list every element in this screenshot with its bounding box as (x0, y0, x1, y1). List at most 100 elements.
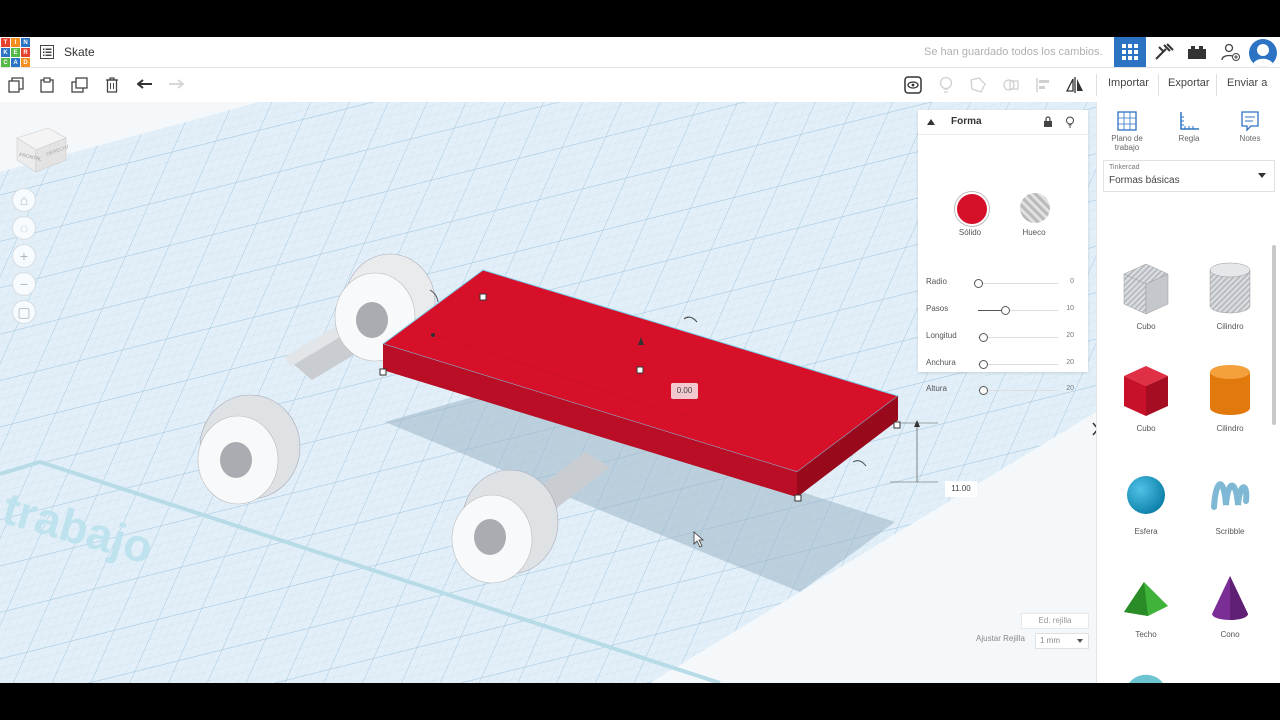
half-cylinder-icon (1129, 674, 1163, 683)
export-button[interactable]: Exportar (1168, 77, 1210, 89)
shape-label: Esfera (1134, 527, 1158, 536)
plus-icon: + (19, 248, 29, 264)
param-slider-knob[interactable] (979, 386, 988, 395)
delete-button[interactable] (101, 74, 123, 96)
shape-roof[interactable]: Techo (1111, 570, 1181, 639)
project-name[interactable]: Skate (64, 45, 95, 59)
fit-view-button[interactable]: ◌ (12, 216, 36, 240)
eye-icon (904, 76, 922, 94)
shape-cube-hole[interactable]: Cubo (1111, 260, 1181, 331)
home-view-button[interactable]: ⌂ (12, 188, 36, 212)
rotation-value-label[interactable]: 0.00 (671, 383, 698, 399)
user-avatar[interactable] (1249, 39, 1277, 67)
logo-tile: R (21, 48, 30, 57)
sidebar-scrollbar[interactable] (1272, 245, 1276, 425)
fit-icon: ◌ (19, 220, 29, 236)
send-to-button[interactable]: Enviar a (1227, 77, 1267, 89)
logo-tile: C (1, 58, 10, 67)
lightbulb-icon[interactable] (1065, 116, 1075, 128)
logo-tile: D (21, 58, 30, 67)
shape-sphere[interactable]: Esfera (1111, 467, 1181, 536)
param-value[interactable]: 20 (1066, 359, 1074, 366)
cube-outline-icon: ▢ (17, 303, 31, 320)
param-slider-knob[interactable] (1001, 306, 1010, 315)
ortho-view-button[interactable]: ▢ (12, 300, 36, 324)
param-length[interactable]: Longitud 20 (918, 329, 1088, 349)
dropdown-arrow-icon (1077, 639, 1083, 643)
text-shape-icon (1202, 680, 1258, 683)
tinkercad-logo[interactable]: T I N K E R C A D (1, 38, 30, 67)
param-slider-knob[interactable] (979, 360, 988, 369)
workplane-tool-label: Plano de trabajo (1111, 134, 1143, 152)
zoom-out-button[interactable]: − (12, 272, 36, 296)
view-toggle-button[interactable] (902, 74, 924, 96)
toolbar-divider (1158, 74, 1159, 96)
tools-view-button[interactable] (1148, 37, 1180, 67)
param-slider-track[interactable] (978, 283, 1058, 284)
snap-grid-select[interactable]: 1 mm (1035, 633, 1089, 649)
logo-tile: A (11, 58, 20, 67)
shape-cube[interactable]: Cubo (1111, 362, 1181, 433)
duplicate-button[interactable] (69, 74, 91, 96)
shape-label: Cilindro (1216, 424, 1244, 433)
param-slider-track[interactable] (978, 364, 1058, 365)
shape-text[interactable] (1195, 680, 1265, 683)
hammer-icon (1155, 43, 1174, 60)
shape-cylinder-hole[interactable]: Cilindro (1195, 260, 1265, 331)
solid-color-swatch[interactable] (955, 192, 989, 226)
ruler-tool[interactable]: Regla (1169, 110, 1209, 143)
shape-half-cylinder[interactable] (1111, 672, 1181, 683)
mirror-button[interactable] (1064, 74, 1086, 96)
shape-label: Cono (1220, 630, 1240, 639)
notes-tool[interactable]: Notes (1230, 110, 1270, 143)
grid-view-button[interactable] (1114, 37, 1146, 67)
group-button[interactable] (967, 74, 989, 96)
shape-scribble[interactable]: Scribble (1195, 467, 1265, 536)
param-label: Radio (926, 277, 947, 286)
hole-swatch[interactable] (1020, 193, 1050, 223)
duplicate-icon (71, 77, 88, 93)
grid-icon (1122, 44, 1138, 60)
lock-icon[interactable] (1043, 116, 1053, 128)
inspector-title: Forma (951, 116, 982, 127)
height-value-input[interactable]: 11.00 (945, 481, 977, 497)
param-slider-track[interactable] (978, 337, 1058, 338)
bricks-view-button[interactable] (1181, 37, 1213, 67)
workplane-tool[interactable]: Plano de trabajo (1107, 110, 1147, 152)
param-height[interactable]: Altura 20 (918, 382, 1088, 402)
edit-grid-button[interactable]: Ed. rejilla (1021, 613, 1089, 629)
library-name: Formas básicas (1109, 175, 1180, 186)
param-width[interactable]: Anchura 20 (918, 356, 1088, 376)
import-button[interactable]: Importar (1108, 77, 1149, 89)
param-value[interactable]: 0 (1070, 278, 1074, 285)
shape-library-select[interactable]: Tinkercad Formas básicas (1103, 160, 1275, 192)
param-value[interactable]: 20 (1066, 332, 1074, 339)
param-slider-track[interactable] (978, 390, 1058, 391)
view-cube[interactable]: FRONTAL DERECHA (14, 120, 68, 174)
add-user-button[interactable] (1215, 37, 1247, 67)
sphere-icon (1127, 476, 1165, 514)
param-slider-knob[interactable] (979, 333, 988, 342)
shape-cone[interactable]: Cono (1195, 570, 1265, 639)
zoom-in-button[interactable]: + (12, 244, 36, 268)
minus-icon: − (19, 276, 29, 292)
undo-button[interactable] (134, 74, 156, 96)
cone-icon (1212, 576, 1248, 620)
notes-tool-label: Notes (1239, 134, 1261, 143)
param-value[interactable]: 20 (1066, 385, 1074, 392)
copy-icon (8, 77, 24, 93)
param-slider-knob[interactable] (974, 279, 983, 288)
align-button[interactable] (1033, 74, 1055, 96)
param-steps[interactable]: Pasos 10 (918, 302, 1088, 322)
redo-button[interactable] (165, 74, 187, 96)
param-radius[interactable]: Radio 0 (918, 275, 1088, 295)
shape-cylinder[interactable]: Cilindro (1195, 362, 1265, 433)
list-icon[interactable] (40, 45, 54, 59)
ungroup-button[interactable] (1000, 74, 1022, 96)
copy-button[interactable] (5, 74, 27, 96)
paste-button[interactable] (36, 74, 58, 96)
cylinder-hole-icon (1209, 262, 1251, 314)
param-value[interactable]: 10 (1066, 305, 1074, 312)
note-bulb-button[interactable] (935, 74, 957, 96)
collapse-arrow-icon[interactable] (926, 118, 936, 126)
